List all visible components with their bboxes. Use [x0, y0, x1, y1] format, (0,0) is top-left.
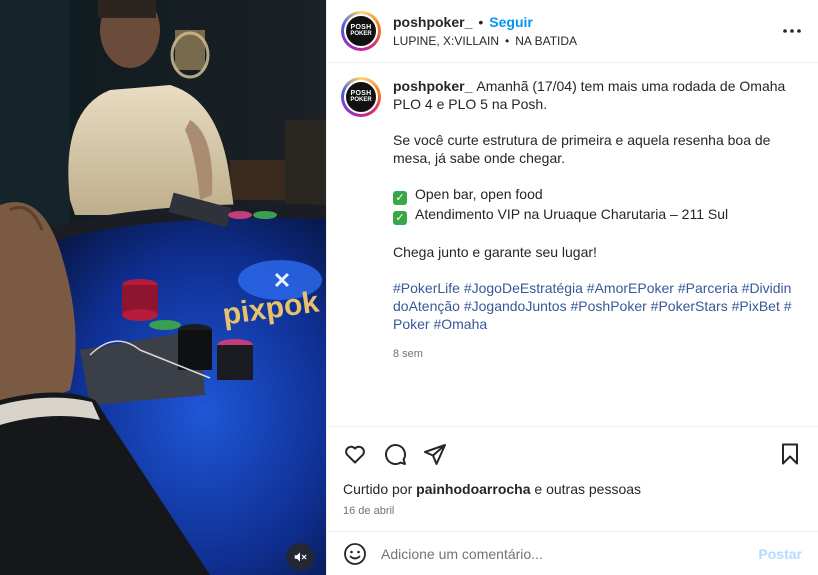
caption-paragraph-2: Se você curte estrutura de primeira e aq…	[393, 132, 771, 166]
audio-artist: LUPINE, X:VILLAIN	[393, 34, 500, 48]
caption-avatar-logo-text: POSH	[350, 90, 372, 97]
hashtag-link[interactable]: #Parceria	[678, 280, 738, 296]
audio-track: NA BATIDA	[515, 34, 578, 48]
save-button[interactable]	[778, 442, 802, 466]
caption-text: poshpoker_ Amanhã (17/04) tem mais uma ro…	[393, 77, 793, 426]
hashtag-link[interactable]: #JogoDeEstratégia	[464, 280, 583, 296]
comment-input[interactable]	[381, 545, 759, 562]
hashtag-link[interactable]: #PoshPoker	[571, 298, 647, 314]
liker-username[interactable]: painhodoarrocha	[416, 481, 530, 497]
follow-button[interactable]: Seguir	[489, 14, 533, 30]
instagram-post-view: ✕ pixpok POSH POKER poshpoker_ • Seguir …	[0, 0, 818, 575]
share-button[interactable]	[423, 442, 447, 466]
post-media[interactable]: ✕ pixpok	[0, 0, 326, 575]
hashtag-link[interactable]: #PixBet	[732, 298, 780, 314]
comment-bar: Postar	[327, 531, 818, 575]
more-options-button[interactable]	[780, 19, 804, 43]
poker-table-photo: ✕ pixpok	[0, 0, 326, 575]
check-icon: ✓	[393, 211, 407, 225]
hashtag-link[interactable]: #Omaha	[433, 316, 487, 332]
hashtag-link[interactable]: #AmorEPoker	[587, 280, 674, 296]
post-header: POSH POKER poshpoker_ • Seguir LUPINE, X…	[327, 0, 818, 63]
action-bar	[327, 427, 818, 481]
more-icon	[783, 29, 801, 33]
caption-avatar[interactable]: POSH POKER	[341, 77, 381, 117]
check-icon: ✓	[393, 191, 407, 205]
post-date[interactable]: 16 de abril	[327, 505, 818, 527]
heart-icon	[345, 445, 365, 464]
likes-prefix: Curtido por	[343, 481, 413, 497]
caption-paragraph-4: Chega junto e garante seu lugar!	[393, 244, 597, 260]
audio-info[interactable]: LUPINE, X:VILLAIN • NA BATIDA	[393, 34, 780, 48]
caption-bullet-2: Atendimento VIP na Uruaque Charutaria – …	[415, 206, 729, 222]
caption-area: POSH POKER poshpoker_ Amanhã (17/04) tem …	[327, 63, 818, 427]
likes-summary[interactable]: Curtido por painhodoarrocha e outras pes…	[327, 481, 818, 501]
hashtag-link[interactable]: #PokerStars	[651, 298, 728, 314]
bookmark-icon	[782, 443, 798, 465]
emoji-icon[interactable]	[343, 542, 367, 566]
mute-icon	[294, 552, 307, 562]
post-comment-button[interactable]: Postar	[758, 546, 802, 562]
hashtag-link[interactable]: #JogandoJuntos	[464, 298, 567, 314]
caption-timestamp[interactable]: 8 sem	[393, 345, 793, 363]
avatar-logo-subtext: POKER	[350, 31, 372, 37]
post-details-panel: POSH POKER poshpoker_ • Seguir LUPINE, X…	[326, 0, 818, 575]
like-button[interactable]	[343, 442, 367, 466]
author-username[interactable]: poshpoker_	[393, 14, 472, 30]
hashtag-link[interactable]: #PokerLife	[393, 280, 460, 296]
share-icon	[424, 444, 446, 465]
hashtag-list: #PokerLife #JogoDeEstratégia #AmorEPoker…	[393, 279, 793, 333]
caption-username[interactable]: poshpoker_	[393, 78, 472, 94]
mute-button[interactable]	[286, 543, 314, 571]
avatar-logo-text: POSH	[350, 24, 372, 31]
comment-icon	[385, 444, 407, 466]
audio-separator: •	[505, 34, 510, 48]
header-separator: •	[478, 14, 484, 30]
caption-bullet-1: Open bar, open food	[415, 186, 543, 202]
comment-button[interactable]	[383, 442, 407, 466]
caption-avatar-logo-subtext: POKER	[350, 97, 372, 103]
likes-suffix[interactable]: e outras pessoas	[534, 481, 641, 497]
author-avatar[interactable]: POSH POKER	[341, 11, 381, 51]
